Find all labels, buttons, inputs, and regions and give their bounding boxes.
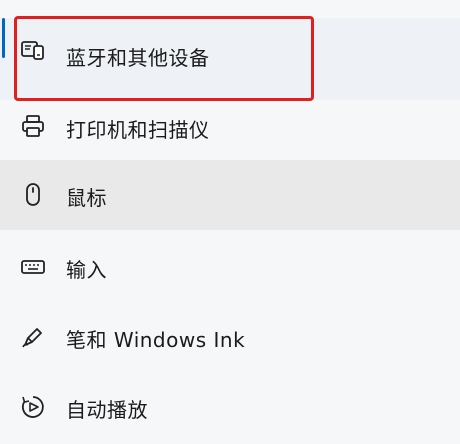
nav-item-label: 打印机和扫描仪	[66, 118, 210, 142]
pen-icon	[19, 323, 47, 351]
printer-icon	[19, 112, 47, 140]
nav-item-label: 输入	[66, 258, 107, 282]
bluetooth-devices-icon	[19, 36, 47, 64]
nav-item-typing[interactable]: 输入	[0, 232, 460, 302]
nav-item-label: 鼠标	[66, 186, 107, 210]
autoplay-icon	[19, 393, 47, 421]
nav-item-label: 笔和 Windows Ink	[66, 328, 246, 352]
nav-item-label: 蓝牙和其他设备	[66, 46, 210, 70]
nav-item-pen-windows-ink[interactable]: 笔和 Windows Ink	[0, 302, 460, 372]
nav-item-bluetooth-devices[interactable]: 蓝牙和其他设备	[0, 18, 460, 100]
nav-item-printers-scanners[interactable]: 打印机和扫描仪	[0, 92, 460, 162]
nav-item-label: 自动播放	[66, 398, 148, 422]
nav-item-autoplay[interactable]: 自动播放	[0, 372, 460, 442]
keyboard-icon	[19, 253, 47, 281]
nav-item-mouse[interactable]: 鼠标	[0, 160, 460, 230]
selection-indicator	[2, 18, 5, 58]
settings-nav-panel: 蓝牙和其他设备 打印机和扫描仪 鼠标 输入 笔和 Windows Ink 自动播…	[0, 0, 460, 444]
mouse-icon	[19, 181, 47, 209]
